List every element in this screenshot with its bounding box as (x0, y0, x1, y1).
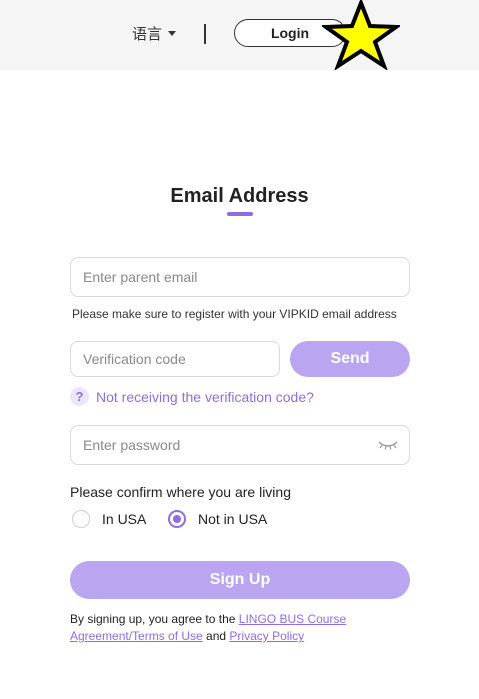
caret-down-icon (168, 31, 177, 36)
language-label: 语言 (132, 26, 163, 43)
not-receiving-code-link[interactable]: Not receiving the verification code? (96, 389, 314, 405)
language-selector[interactable]: 语言 (132, 23, 177, 44)
radio-in-usa[interactable]: In USA (72, 510, 146, 528)
terms-conjunction: and (202, 629, 230, 643)
radio-label-in-usa: In USA (102, 511, 147, 527)
eye-closed-icon[interactable] (377, 439, 399, 451)
question-icon: ? (70, 387, 89, 406)
email-field[interactable] (81, 268, 399, 286)
email-hint: Please make sure to register with your V… (72, 307, 397, 321)
verification-field-container (70, 341, 280, 377)
verification-code-input[interactable] (81, 350, 269, 368)
radio-button-unchecked[interactable] (72, 510, 90, 528)
star-icon (322, 0, 400, 70)
radio-button-checked[interactable] (168, 510, 186, 528)
radio-label-not-in-usa: Not in USA (198, 511, 268, 527)
email-field-container (70, 257, 410, 297)
page-title: Email Address (170, 185, 309, 207)
radio-dot (173, 515, 181, 523)
terms-text: By signing up, you agree to the LINGO BU… (70, 611, 370, 645)
living-question: Please confirm where you are living (70, 484, 291, 500)
signup-button[interactable]: Sign Up (70, 561, 410, 599)
verification-help: ? Not receiving the verification code? (70, 387, 314, 406)
password-field-container (70, 425, 410, 465)
top-bar: 语言 Login (0, 0, 479, 70)
send-code-button[interactable]: Send (290, 341, 410, 377)
title-underline (227, 212, 253, 216)
privacy-policy-link[interactable]: Privacy Policy (229, 629, 304, 643)
radio-not-in-usa[interactable]: Not in USA (168, 510, 267, 528)
password-input[interactable] (81, 436, 377, 454)
header-divider (204, 24, 206, 44)
terms-prefix: By signing up, you agree to the (70, 612, 239, 626)
